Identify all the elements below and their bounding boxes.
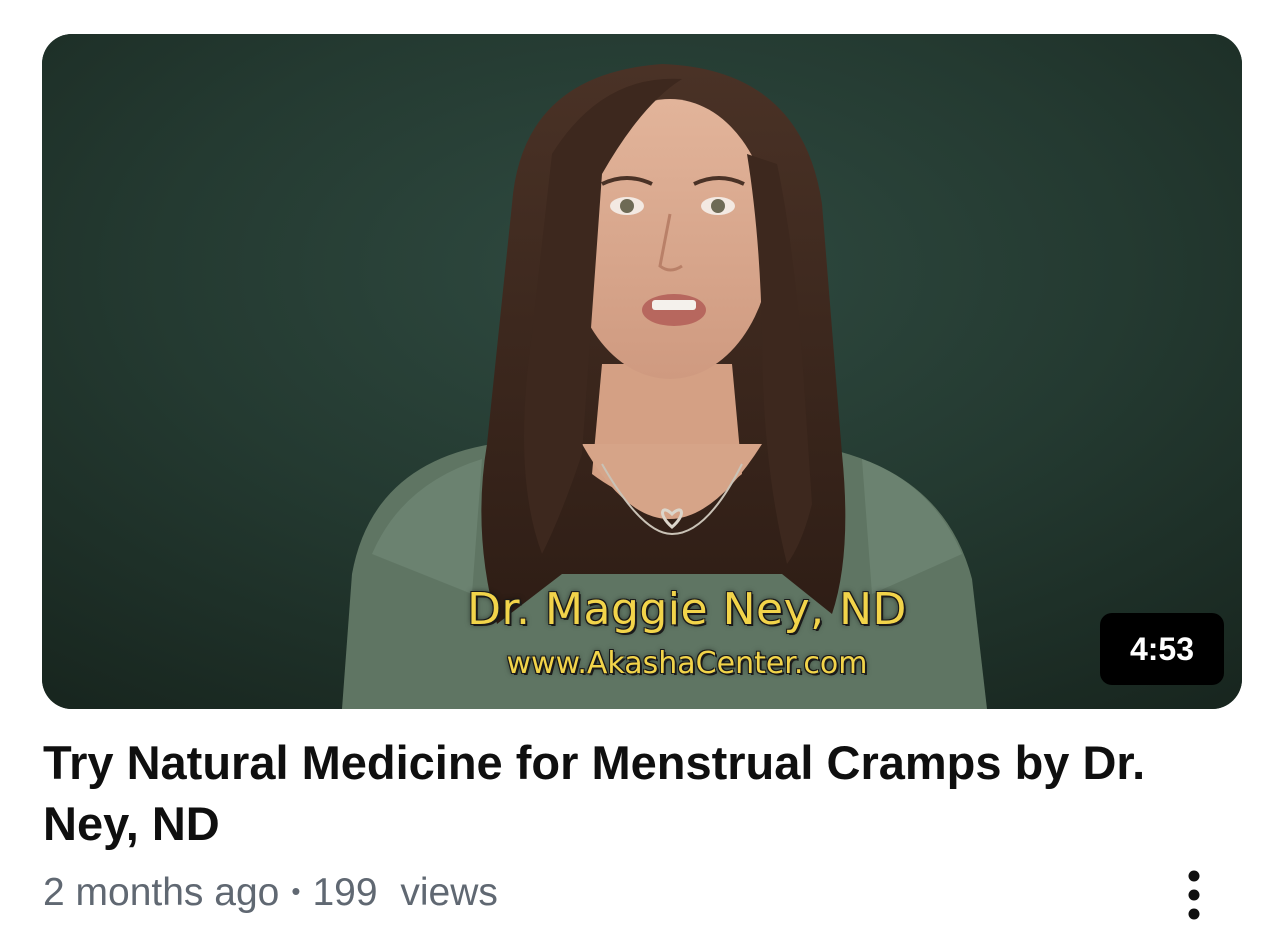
video-card[interactable]: Dr. Maggie Ney, ND www.AkashaCenter.com … (0, 0, 1284, 941)
duration-badge: 4:53 (1099, 613, 1224, 685)
video-thumbnail[interactable]: Dr. Maggie Ney, ND www.AkashaCenter.com … (42, 34, 1242, 709)
video-metadata: 2 months ago • 199 views (43, 868, 498, 920)
views-label: views (400, 871, 498, 914)
vertical-ellipsis-icon (1188, 870, 1200, 920)
meta-separator: • (291, 875, 301, 906)
view-count: 199 (312, 871, 378, 914)
thumbnail-caption-url: www.AkashaCenter.com (506, 646, 868, 681)
upload-age: 2 months ago (43, 871, 280, 914)
thumbnail-caption-name: Dr. Maggie Ney, ND (467, 584, 907, 635)
more-options-button[interactable] (1170, 866, 1218, 926)
video-title[interactable]: Try Natural Medicine for Menstrual Cramp… (43, 732, 1193, 854)
